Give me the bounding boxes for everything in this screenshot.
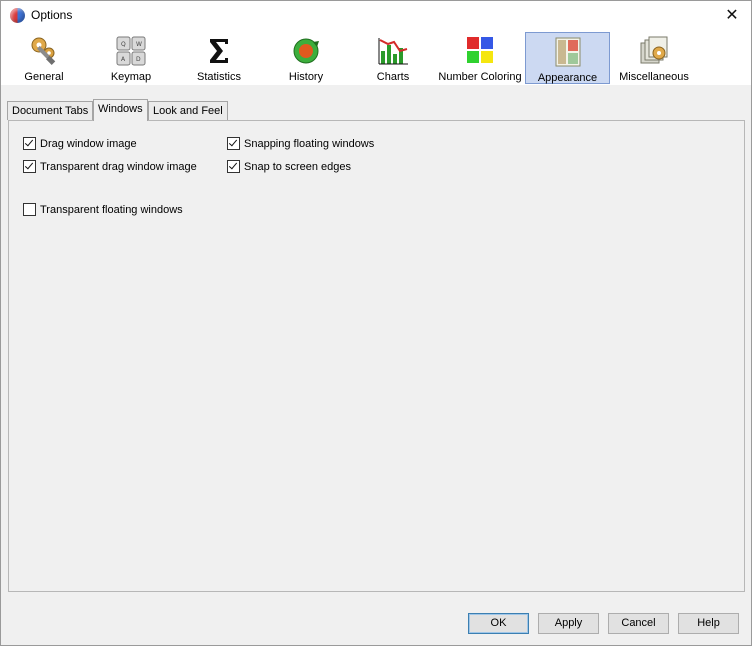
transparent-drag-window-image-checkbox[interactable] xyxy=(23,160,36,173)
keyboard-keys-icon: Q W A D xyxy=(116,36,146,66)
transparent-drag-window-image-label: Transparent drag window image xyxy=(40,160,197,173)
drag-window-image-option[interactable]: Drag window image xyxy=(23,137,137,150)
snap-to-screen-edges-checkbox[interactable] xyxy=(227,160,240,173)
transparent-floating-windows-label: Transparent floating windows xyxy=(40,203,183,216)
ok-button[interactable]: OK xyxy=(468,613,529,634)
color-squares-icon xyxy=(467,37,493,63)
svg-text:D: D xyxy=(136,56,141,63)
app-icon xyxy=(10,8,25,23)
transparent-drag-window-image-option[interactable]: Transparent drag window image xyxy=(23,160,197,173)
svg-text:W: W xyxy=(136,41,142,48)
options-window: Options ✕ General Q W A D Keymap Statist… xyxy=(0,0,752,646)
cancel-button[interactable]: Cancel xyxy=(608,613,669,634)
history-refresh-icon xyxy=(293,38,319,64)
toolbar-item-appearance[interactable]: Appearance xyxy=(525,32,610,84)
window-layout-icon xyxy=(555,37,580,67)
toolbar-item-charts[interactable]: Charts xyxy=(351,32,435,84)
toolbar-label: Charts xyxy=(376,71,410,83)
bar-chart-icon xyxy=(378,38,408,65)
toolbar-item-statistics[interactable]: Statistics xyxy=(177,32,261,84)
window-title: Options xyxy=(31,8,73,22)
category-toolbar: General Q W A D Keymap Statistics Histor… xyxy=(1,31,751,85)
subtab-windows[interactable]: Windows xyxy=(93,99,148,121)
sigma-icon xyxy=(210,39,228,63)
toolbar-item-general[interactable]: General xyxy=(3,32,85,84)
subtab-look-and-feel[interactable]: Look and Feel xyxy=(148,101,228,120)
gears-wrench-icon xyxy=(31,37,56,65)
close-icon[interactable]: ✕ xyxy=(721,4,743,26)
drag-window-image-label: Drag window image xyxy=(40,137,137,150)
windows-settings-panel: Drag window image Transparent drag windo… xyxy=(8,120,745,592)
toolbar-label: Keymap xyxy=(110,71,152,83)
toolbar-label: Number Coloring xyxy=(438,71,522,83)
transparent-floating-windows-checkbox[interactable] xyxy=(23,203,36,216)
snap-to-screen-edges-option[interactable]: Snap to screen edges xyxy=(227,160,351,173)
title-bar: Options ✕ xyxy=(1,1,751,31)
snapping-floating-windows-label: Snapping floating windows xyxy=(244,137,375,150)
subtab-document-tabs[interactable]: Document Tabs xyxy=(7,101,94,120)
toolbar-label: History xyxy=(288,71,324,83)
snap-to-screen-edges-label: Snap to screen edges xyxy=(244,160,352,173)
toolbar-label: Statistics xyxy=(196,71,241,83)
svg-text:Q: Q xyxy=(121,41,126,48)
drag-window-image-checkbox[interactable] xyxy=(23,137,36,150)
toolbar-item-miscellaneous[interactable]: Miscellaneous xyxy=(612,32,696,84)
apply-button[interactable]: Apply xyxy=(538,613,599,634)
snapping-floating-windows-checkbox[interactable] xyxy=(227,137,240,150)
toolbar-item-history[interactable]: History xyxy=(264,32,348,84)
snapping-floating-windows-option[interactable]: Snapping floating windows xyxy=(227,137,374,150)
toolbar-label: General xyxy=(24,71,64,83)
misc-cards-gear-icon xyxy=(640,36,668,64)
toolbar-item-number-coloring[interactable]: Number Coloring xyxy=(437,32,523,84)
help-button[interactable]: Help xyxy=(678,613,739,634)
toolbar-item-keymap[interactable]: Q W A D Keymap xyxy=(89,32,173,84)
transparent-floating-windows-option[interactable]: Transparent floating windows xyxy=(23,203,183,216)
toolbar-label: Appearance xyxy=(537,72,598,84)
toolbar-label: Miscellaneous xyxy=(619,71,689,83)
